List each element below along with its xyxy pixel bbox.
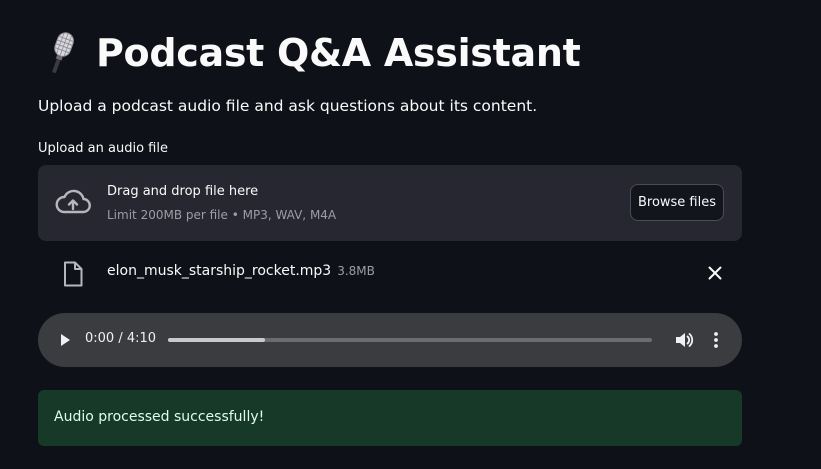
volume-icon[interactable]: [674, 331, 694, 349]
dropzone-title: Drag and drop file here: [107, 184, 259, 199]
uploader-label: Upload an audio file: [38, 141, 168, 156]
uploaded-file-name: elon_musk_starship_rocket.mp3 3.8MB: [107, 263, 375, 279]
page-subtitle: Upload a podcast audio file and ask ques…: [38, 97, 538, 115]
page-title: Podcast Q&A Assistant: [96, 31, 581, 75]
file-size: 3.8MB: [337, 264, 375, 278]
audio-buffered-fill: [168, 338, 265, 342]
file-name-text: elon_musk_starship_rocket.mp3: [107, 263, 332, 279]
uploaded-file-row: elon_musk_starship_rocket.mp3 3.8MB: [38, 252, 742, 294]
cloud-upload-icon: [53, 188, 93, 218]
title-row: Podcast Q&A Assistant: [38, 26, 581, 80]
file-icon: [62, 261, 84, 287]
success-message: Audio processed successfully!: [54, 409, 265, 425]
more-vertical-icon[interactable]: [710, 330, 722, 350]
app-page: Podcast Q&A Assistant Upload a podcast a…: [0, 0, 821, 469]
browse-files-button[interactable]: Browse files: [630, 184, 724, 221]
success-alert: Audio processed successfully!: [38, 390, 742, 446]
close-icon[interactable]: [706, 264, 724, 282]
file-dropzone[interactable]: Drag and drop file here Limit 200MB per …: [38, 165, 742, 241]
microphone-icon: [38, 28, 84, 78]
dropzone-limit-text: Limit 200MB per file • MP3, WAV, M4A: [107, 208, 337, 222]
audio-time-display: 0:00 / 4:10: [85, 331, 157, 346]
play-icon[interactable]: [57, 332, 73, 348]
audio-player: 0:00 / 4:10: [38, 313, 742, 367]
audio-seek-bar[interactable]: [168, 338, 652, 342]
